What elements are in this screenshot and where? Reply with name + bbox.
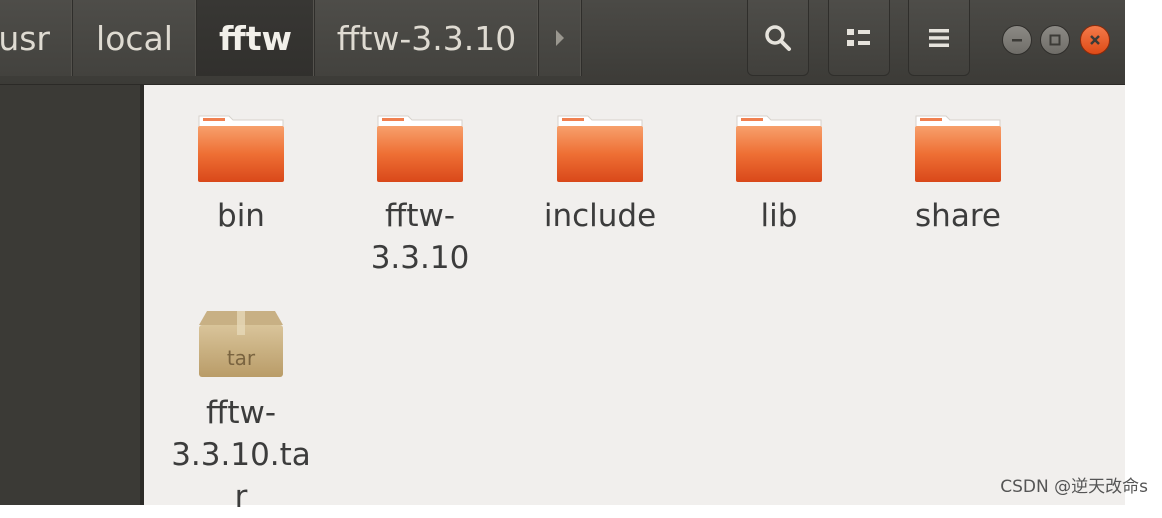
hamburger-menu-icon (929, 28, 949, 47)
folder-icon (736, 115, 822, 182)
breadcrumb-label: local (96, 18, 173, 58)
file-name: fftw- 3.3.10 (370, 198, 470, 276)
breadcrumb-item-usr[interactable]: usr (0, 0, 73, 76)
folder-icon (915, 115, 1001, 182)
chevron-right-icon (556, 30, 564, 46)
sidebar (0, 85, 144, 505)
window-edge (1125, 0, 1162, 505)
breadcrumb-label: fftw (219, 18, 292, 58)
file-item-lib[interactable]: lib (704, 112, 854, 237)
breadcrumb-scroll-button[interactable] (539, 0, 582, 76)
folder-icon (198, 115, 284, 182)
file-name: fftw- 3.3.10.tar (171, 395, 311, 515)
maximize-button[interactable] (1040, 25, 1070, 55)
minimize-icon (1012, 39, 1022, 42)
file-name: include (543, 198, 657, 234)
close-button[interactable] (1080, 25, 1110, 55)
file-name: bin (217, 198, 265, 234)
file-name: lib (760, 198, 798, 234)
close-icon (1090, 35, 1100, 45)
breadcrumb-item-fftw-version[interactable]: fftw-3.3.10 (315, 0, 539, 76)
breadcrumb-label: fftw-3.3.10 (336, 18, 517, 58)
maximize-icon (1049, 34, 1061, 46)
breadcrumb-item-fftw[interactable]: fftw (197, 0, 315, 76)
file-item-include[interactable]: include (525, 112, 675, 237)
file-view: bin fftw- 3.3.10 include lib share tar f… (144, 85, 1125, 515)
menu-button[interactable] (908, 0, 970, 76)
file-item-bin[interactable]: bin (166, 112, 316, 237)
minimize-button[interactable] (1002, 25, 1032, 55)
folder-icon (377, 115, 463, 182)
watermark: CSDN @逆天改命s (1000, 477, 1148, 497)
search-icon (765, 24, 791, 51)
file-item-fftw-tar[interactable]: tar fftw- 3.3.10.tar (166, 305, 316, 518)
file-item-fftw-3.3.10[interactable]: fftw- 3.3.10 (345, 112, 495, 279)
view-toggle-button[interactable] (828, 0, 890, 76)
breadcrumb-item-local[interactable]: local (73, 0, 197, 76)
file-name: share (915, 198, 1001, 234)
search-button[interactable] (747, 0, 809, 76)
breadcrumb-label: usr (0, 18, 50, 58)
archive-box-icon: tar (199, 311, 283, 377)
breadcrumb: usr local fftw fftw-3.3.10 (0, 0, 582, 76)
folder-icon (557, 115, 643, 182)
file-item-share[interactable]: share (883, 112, 1033, 237)
list-view-icon (847, 28, 870, 46)
header-bar: usr local fftw fftw-3.3.10 (0, 0, 1125, 85)
archive-badge: tar (227, 346, 256, 370)
